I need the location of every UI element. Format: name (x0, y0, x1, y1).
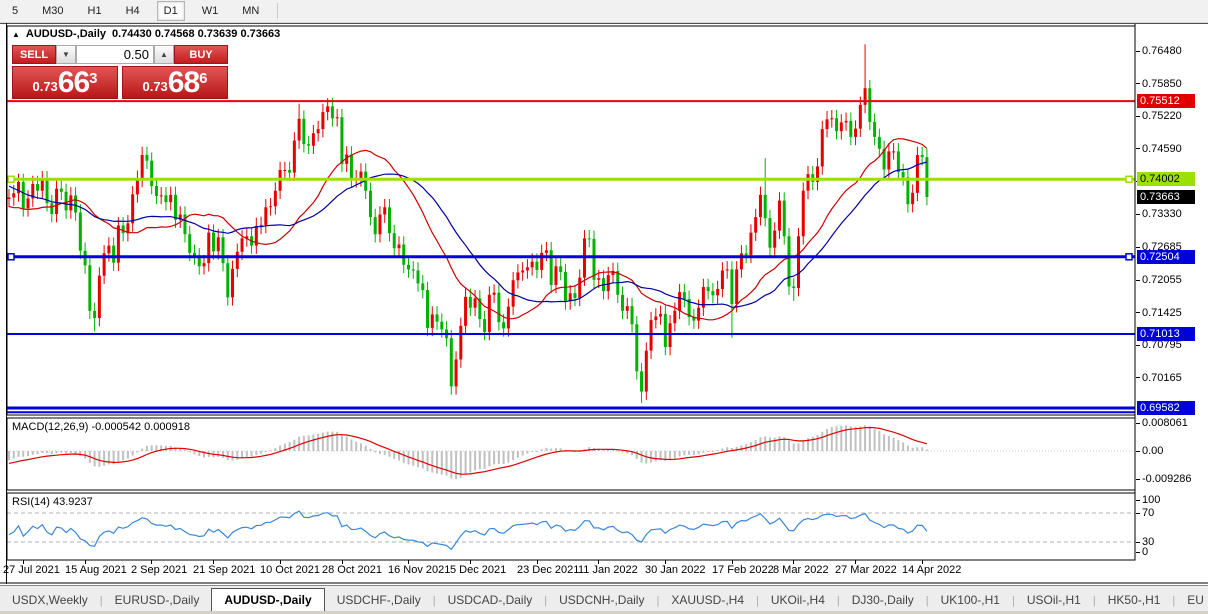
date-axis-label: 16 Nov 2021 (388, 564, 451, 576)
date-axis-label: 28 Oct 2021 (322, 564, 382, 576)
macd-signal-value: 0.000918 (144, 421, 190, 433)
price-tick-label: 0.75220 (1142, 110, 1182, 123)
rsi-tick-label: 100 (1142, 494, 1161, 506)
sell-price-sup: 3 (89, 70, 98, 87)
macd-tick-mark (1136, 450, 1140, 452)
macd-tick-label: 0.008061 (1142, 417, 1188, 429)
tab-eurusd-daily[interactable]: EURUSD-,Daily (103, 589, 212, 612)
tab-dj30-daily[interactable]: DJ30-,Daily (840, 589, 926, 612)
tab-hk50-h1[interactable]: HK50-,H1 (1096, 589, 1173, 612)
tab-ukoil-h4[interactable]: UKOil-,H4 (759, 589, 837, 612)
date-axis-label: 21 Sep 2021 (193, 564, 256, 576)
macd-tick-label: 0.00 (1142, 445, 1164, 457)
current-price-badge: 0.73663 (1137, 189, 1195, 204)
buy-price-display[interactable]: 0.73 68 6 (122, 66, 228, 99)
price-tick-label: 0.75850 (1142, 77, 1182, 90)
level-price-badge: 0.72504 (1137, 249, 1195, 264)
date-axis-label: 10 Oct 2021 (260, 564, 320, 576)
rsi-tick-label: 0 (1142, 546, 1149, 558)
tab-usdchf-daily[interactable]: USDCHF-,Daily (325, 589, 433, 612)
volume-decrease-button[interactable]: ▼ (56, 45, 76, 64)
date-axis-label: 14 Apr 2022 (902, 564, 962, 576)
price-tick-mark (1136, 50, 1140, 52)
price-tick-label: 0.73330 (1142, 208, 1182, 221)
date-axis-label: 8 Mar 2022 (773, 564, 829, 576)
tab-usdcnh-daily[interactable]: USDCNH-,Daily (547, 589, 656, 612)
date-axis-label: 2 Sep 2021 (131, 564, 188, 576)
rsi-tick-mark (1136, 541, 1140, 543)
date-axis-label: 27 Jul 2021 (3, 564, 60, 576)
sell-price-small: 0.73 (32, 79, 58, 94)
price-tick-label: 0.76480 (1142, 45, 1182, 57)
price-tick-mark (1136, 344, 1140, 346)
macd-tick-mark (1136, 422, 1140, 424)
rsi-tick-mark (1136, 551, 1140, 553)
price-tick-mark (1136, 148, 1140, 150)
chart-tab-bar: USDX,Weekly | EURUSD-,Daily AUDUSD-,Daily US… (0, 585, 1208, 612)
chart-title: ▲ AUDUSD-,Daily 0.74430 0.74568 0.73639 … (12, 28, 280, 40)
macd-tick-label: -0.009286 (1142, 473, 1192, 485)
chart-title-symbol: AUDUSD-,Daily (25, 28, 106, 40)
date-axis-label: 30 Jan 2022 (645, 564, 706, 576)
price-tick-mark (1136, 312, 1140, 314)
date-axis-label: 17 Feb 2022 (712, 564, 774, 576)
price-tick-mark (1136, 279, 1140, 281)
sell-price-big: 66 (57, 66, 90, 99)
tab-usdx-weekly[interactable]: USDX,Weekly (0, 589, 100, 612)
level-price-badge: 0.75512 (1137, 94, 1195, 109)
price-tick-mark (1136, 377, 1140, 379)
symbol-triangle-icon: ▲ (12, 29, 20, 39)
level-price-badge: 0.69582 (1137, 401, 1195, 415)
tab-eu[interactable]: EU (1175, 589, 1208, 612)
volume-input[interactable]: 0.50 (76, 45, 154, 64)
buy-price-big: 68 (167, 66, 200, 99)
price-tick-mark (1136, 83, 1140, 85)
tab-audusd-daily[interactable]: AUDUSD-,Daily (211, 588, 325, 612)
price-tick-label: 0.70795 (1142, 339, 1182, 352)
rsi-tick-mark (1136, 512, 1140, 514)
level-price-badge: 0.71013 (1137, 326, 1195, 341)
rsi-tick-mark (1136, 499, 1140, 501)
tab-xauusd-h4[interactable]: XAUUSD-,H4 (659, 589, 756, 612)
tab-usdcad-daily[interactable]: USDCAD-,Daily (436, 589, 545, 612)
sell-button[interactable]: SELL (12, 45, 56, 64)
rsi-name: RSI(14) (12, 496, 50, 508)
price-tick-label: 0.71425 (1142, 306, 1182, 319)
date-axis-label: 11 Jan 2022 (578, 564, 638, 576)
date-axis-label: 27 Mar 2022 (835, 564, 897, 576)
level-price-badge: 0.74002 (1137, 172, 1195, 187)
date-axis-label: 23 Dec 2021 (517, 564, 580, 576)
price-tick-label: 0.74590 (1142, 142, 1182, 155)
chart-title-ohlc: 0.74430 0.74568 0.73639 0.73663 (112, 28, 281, 40)
price-tick-mark (1136, 115, 1140, 117)
price-tick-label: 0.72055 (1142, 274, 1182, 286)
one-click-trade-panel: SELL ▼ 0.50 ▲ BUY 0.73 66 3 0.73 68 6 (12, 45, 228, 99)
sell-price-display[interactable]: 0.73 66 3 (12, 66, 118, 99)
macd-name: MACD(12,26,9) (12, 421, 89, 433)
buy-button[interactable]: BUY (174, 45, 228, 64)
tab-uk100-h1[interactable]: UK100-,H1 (929, 589, 1012, 612)
rsi-tick-label: 70 (1142, 507, 1155, 519)
tab-usoil-h1[interactable]: USOil-,H1 (1015, 589, 1093, 612)
price-tick-mark (1136, 246, 1140, 248)
macd-indicator-label: MACD(12,26,9) -0.000542 0.000918 (12, 421, 190, 433)
macd-tick-mark (1136, 478, 1140, 480)
buy-price-small: 0.73 (142, 79, 168, 94)
rsi-value: 43.9237 (52, 496, 93, 508)
date-axis-label: 5 Dec 2021 (450, 564, 507, 576)
price-tick-mark (1136, 213, 1140, 215)
macd-main-value: -0.000542 (91, 421, 142, 433)
volume-increase-button[interactable]: ▲ (154, 45, 174, 64)
buy-price-sup: 6 (199, 70, 208, 87)
date-axis-label: 15 Aug 2021 (65, 564, 127, 576)
price-tick-label: 0.70165 (1142, 371, 1182, 384)
rsi-indicator-label: RSI(14) 43.9237 (12, 496, 93, 508)
